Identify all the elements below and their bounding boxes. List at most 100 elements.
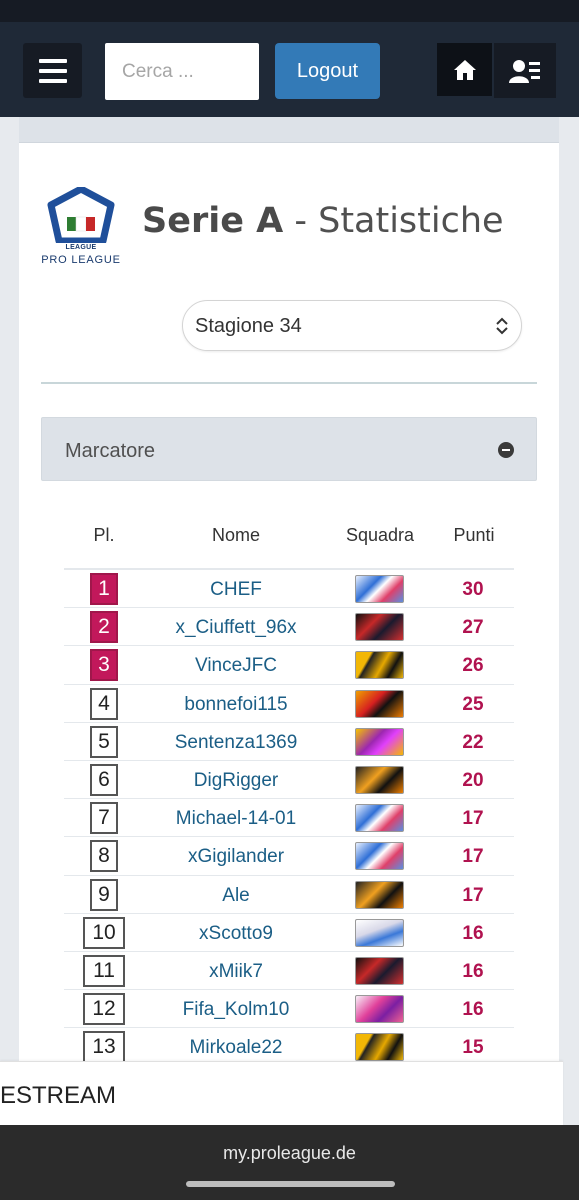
points-value: 25 (462, 693, 484, 715)
table-row: 3 VinceJFC 26 (64, 646, 514, 685)
team-crest-white-blue-icon[interactable] (355, 842, 404, 871)
accordion-title: Marcatore (65, 440, 156, 462)
shield-logo-icon (47, 185, 115, 245)
team-crest-white-blue-icon[interactable] (355, 575, 404, 603)
table-row: 11 xMiik7 16 (64, 952, 514, 991)
team-crest-purple-yellow-icon[interactable] (355, 727, 404, 756)
points-value: 17 (462, 846, 484, 868)
points-value: 16 (462, 922, 484, 944)
table-row: 8 xGigilander 17 (64, 837, 514, 876)
points-value: 16 (462, 960, 484, 982)
table-row: 6 DigRigger 20 (64, 761, 514, 800)
page-title-section: - Statistiche (283, 201, 504, 241)
season-select-value: Stagione 34 (195, 315, 302, 337)
points-value: 15 (462, 1037, 484, 1059)
player-name-link[interactable]: x_Ciuffett_96x (175, 617, 296, 639)
rank-badge: 5 (90, 725, 118, 758)
status-bar (0, 0, 579, 22)
season-select[interactable]: Stagione 34 (182, 300, 522, 351)
browser-url[interactable]: my.proleague.de (0, 1143, 579, 1164)
points-value: 26 (462, 655, 484, 677)
section-divider (41, 382, 537, 384)
home-icon (453, 59, 476, 80)
rank-badge: 10 (83, 916, 125, 949)
scorer-table-body: 1 CHEF 30 2 x_Ciuffett_96x 27 3 VinceJFC 26 4 bonn… (64, 568, 514, 1067)
table-row: 9 Ale 17 (64, 876, 514, 914)
player-name-link[interactable]: bonnefoi115 (184, 694, 287, 716)
points-value: 20 (462, 769, 484, 791)
team-crest-red-black-icon[interactable] (355, 613, 404, 642)
table-header: Pl. Nome Squadra Punti (19, 525, 559, 549)
logo-league-text: LEAGUE (65, 244, 97, 251)
points-value: 17 (462, 808, 484, 830)
table-row: 2 x_Ciuffett_96x 27 (64, 608, 514, 647)
top-navbar: Logout (0, 22, 579, 117)
points-value: 27 (462, 617, 484, 639)
points-value: 16 (462, 999, 484, 1021)
team-crest-pink-purple-icon[interactable] (355, 995, 404, 1024)
player-name-link[interactable]: DigRigger (194, 770, 278, 792)
marcatore-accordion-header[interactable]: Marcatore (41, 417, 537, 481)
header-name: Nome (211, 525, 261, 545)
rank-badge: 4 (90, 687, 118, 720)
rank-badge: 6 (90, 763, 118, 796)
stream-banner-text: ESTREAM (0, 1082, 117, 1109)
player-name-link[interactable]: xMiik7 (209, 961, 263, 983)
table-row: 1 CHEF 30 (64, 570, 514, 609)
user-profile-button[interactable] (494, 43, 556, 98)
player-name-link[interactable]: VinceJFC (195, 655, 277, 677)
header-team: Squadra (345, 525, 415, 545)
player-name-link[interactable]: Fifa_Kolm10 (183, 999, 290, 1021)
rank-badge: 12 (83, 993, 125, 1026)
team-crest-red-orange-icon[interactable] (355, 689, 404, 718)
team-crest-yellow-black-icon[interactable] (355, 651, 404, 680)
logout-button[interactable]: Logout (275, 43, 380, 99)
table-row: 4 bonnefoi115 25 (64, 685, 514, 723)
user-list-icon (509, 59, 540, 83)
player-name-link[interactable]: Ale (222, 885, 249, 907)
rank-badge: 11 (83, 954, 125, 987)
player-name-link[interactable]: Mirkoale22 (190, 1037, 283, 1059)
proleague-logo: LEAGUE PRO LEAGUE (41, 185, 121, 269)
points-value: 30 (462, 579, 484, 600)
page-title-league: Serie A (142, 201, 284, 241)
team-crest-white-blue-icon[interactable] (355, 804, 404, 833)
table-row: 7 Michael-14-01 17 (64, 799, 514, 838)
rank-badge: 3 (90, 649, 118, 682)
rank-badge: 9 (90, 878, 118, 911)
page-title: Serie A - Statistiche (142, 201, 504, 241)
search-input[interactable] (105, 43, 259, 100)
table-row: 10 xScotto9 16 (64, 914, 514, 952)
points-value: 22 (462, 731, 484, 753)
team-crest-orange-black-icon[interactable] (355, 765, 404, 794)
player-name-link[interactable]: xScotto9 (199, 923, 273, 945)
table-row: 12 Fifa_Kolm10 16 (64, 990, 514, 1029)
home-indicator (186, 1181, 395, 1187)
hamburger-menu-icon[interactable] (23, 43, 82, 98)
rank-badge: 13 (83, 1031, 125, 1064)
team-crest-red-black-icon[interactable] (355, 956, 404, 985)
browser-bottom-bar: my.proleague.de (0, 1125, 579, 1200)
player-name-link[interactable]: Sentenza1369 (175, 732, 298, 754)
team-crest-white-blue-light-icon[interactable] (355, 918, 404, 947)
select-chevron-icon (496, 317, 508, 335)
points-value: 17 (462, 884, 484, 906)
team-crest-yellow-black-icon[interactable] (355, 1033, 404, 1062)
player-name-link[interactable]: xGigilander (188, 846, 284, 868)
logo-proleague-text: PRO LEAGUE (41, 254, 121, 266)
stream-banner[interactable]: ESTREAM (0, 1061, 563, 1125)
rank-badge: 8 (90, 840, 118, 873)
rank-badge: 1 (90, 573, 118, 605)
table-row: 5 Sentenza1369 22 (64, 723, 514, 761)
header-rank: Pl. (93, 525, 115, 545)
content-card: LEAGUE PRO LEAGUE Serie A - Statistiche … (19, 117, 559, 1117)
rank-badge: 7 (90, 802, 118, 835)
header-points: Punti (453, 525, 495, 545)
player-name-link[interactable]: CHEF (210, 579, 262, 601)
breadcrumb-strip (19, 117, 559, 143)
team-crest-orange-black-icon[interactable] (355, 880, 404, 909)
player-name-link[interactable]: Michael-14-01 (176, 808, 296, 830)
home-button[interactable] (437, 43, 492, 96)
collapse-minus-icon[interactable] (498, 442, 514, 458)
rank-badge: 2 (90, 611, 118, 644)
